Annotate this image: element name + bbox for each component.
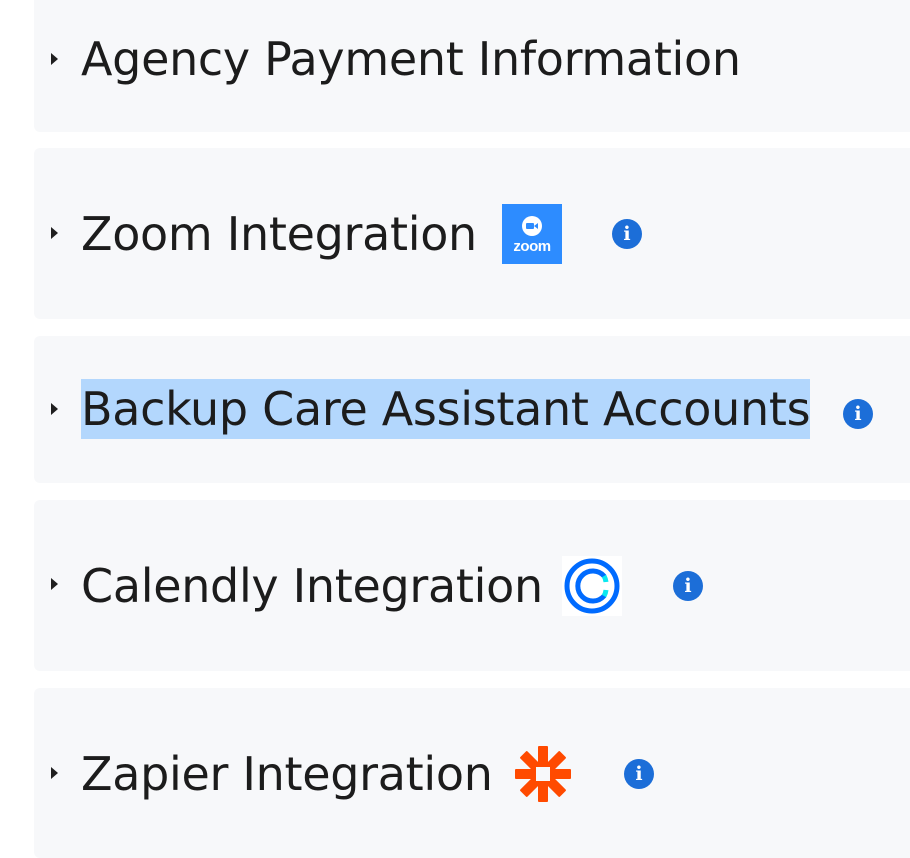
section-title[interactable]: Agency Payment Information — [81, 29, 741, 89]
caret-right-icon[interactable] — [51, 53, 58, 65]
section-title[interactable]: Backup Care Assistant Accounts — [81, 379, 811, 439]
section-zapier-integration[interactable]: Zapier Integration i — [34, 688, 910, 858]
info-icon[interactable]: i — [612, 219, 642, 249]
zoom-logo-text: zoom — [513, 238, 551, 255]
calendly-logo-icon — [562, 556, 622, 616]
caret-right-icon[interactable] — [51, 578, 58, 590]
zoom-logo-icon: zoom — [502, 204, 562, 264]
zapier-asterisk-icon — [515, 746, 571, 802]
info-icon[interactable]: i — [843, 399, 873, 429]
section-title[interactable]: Calendly Integration — [81, 556, 543, 616]
section-agency-payment-information[interactable]: Agency Payment Information — [34, 0, 910, 132]
section-backup-care-assistant-accounts[interactable]: Backup Care Assistant Accounts i — [34, 336, 910, 483]
info-icon[interactable]: i — [673, 571, 703, 601]
section-calendly-integration[interactable]: Calendly Integration i — [34, 500, 910, 671]
section-zoom-integration[interactable]: Zoom Integration zoom i — [34, 148, 910, 319]
section-title[interactable]: Zoom Integration — [81, 204, 477, 264]
caret-right-icon[interactable] — [51, 403, 58, 415]
info-icon[interactable]: i — [624, 759, 654, 789]
caret-right-icon[interactable] — [51, 227, 58, 239]
caret-right-icon[interactable] — [51, 767, 58, 779]
video-camera-icon — [522, 216, 542, 236]
section-title[interactable]: Zapier Integration — [81, 744, 493, 804]
